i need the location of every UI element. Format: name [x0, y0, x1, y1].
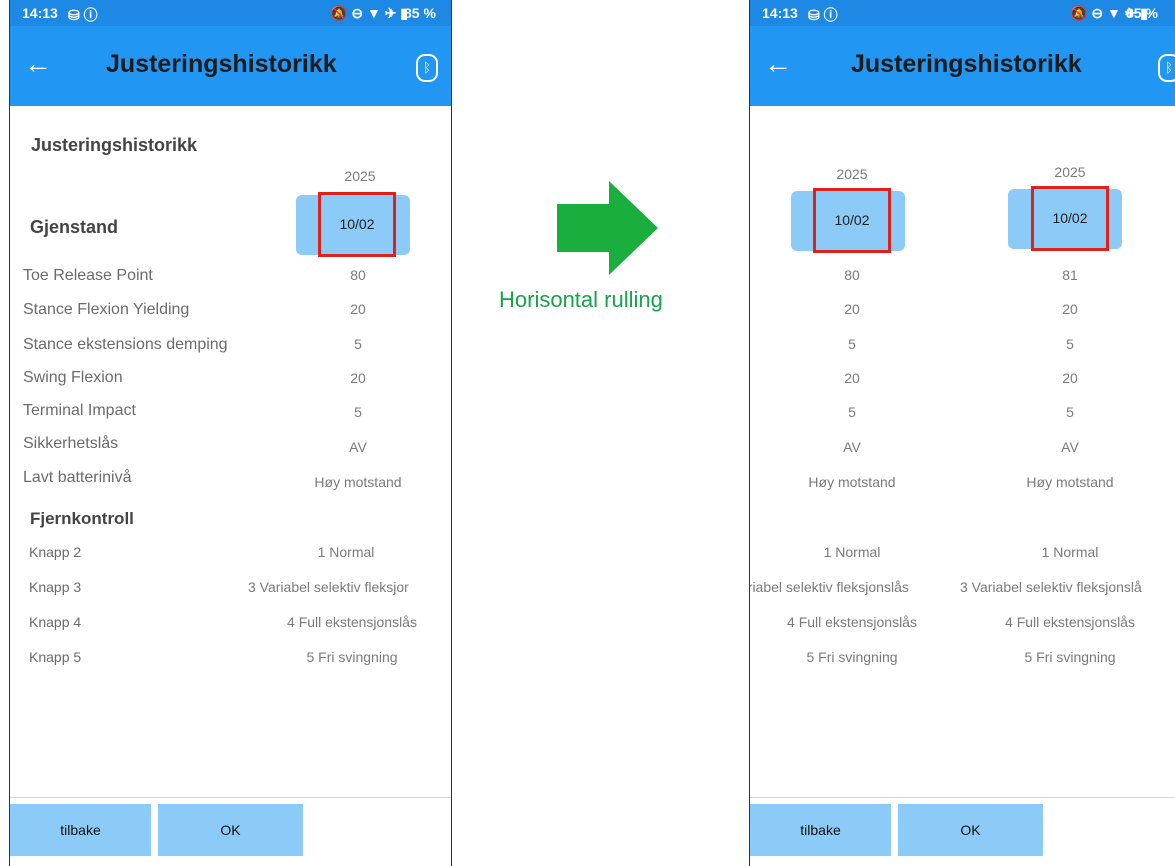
- row-label: Lavt batterinivå: [23, 469, 132, 486]
- status-time: 14:13: [22, 5, 58, 21]
- row-value: 20: [350, 370, 366, 386]
- bluetooth-icon[interactable]: ᛒ: [416, 54, 438, 82]
- row-value: AV: [1061, 439, 1079, 455]
- row-value: 5: [848, 404, 856, 420]
- row-value: 5: [1066, 404, 1074, 420]
- row-label: Terminal Impact: [23, 402, 136, 419]
- divider: [10, 797, 451, 798]
- row-value: 20: [844, 370, 860, 386]
- arrow-label: Horisontal rulling: [499, 287, 663, 312]
- row-value: AV: [349, 439, 367, 455]
- date-selected[interactable]: 10/02: [1031, 186, 1109, 251]
- row-value: Høy motstand: [808, 474, 896, 490]
- row-value: 20: [350, 301, 366, 317]
- row-label: Sikkerhetslås: [23, 435, 119, 452]
- ok-button[interactable]: OK: [898, 804, 1043, 856]
- row-label: Toe Release Point: [23, 267, 153, 284]
- remote-label: Knapp 4: [29, 614, 82, 630]
- status-right-icons: 🔕 ⊖ ▼ ✈ ▮: [330, 5, 409, 21]
- remote-value: 4 Full ekstensjonslås: [287, 614, 417, 630]
- remote-value: 3 Variabel selektiv fleksjor: [248, 579, 409, 595]
- date-selected[interactable]: 10/02: [318, 192, 396, 257]
- year-label: 2025: [836, 166, 868, 182]
- date-selected[interactable]: 10/02: [813, 188, 891, 253]
- year-label: 2025: [344, 168, 376, 184]
- row-value: 20: [844, 301, 860, 317]
- row-value: 81: [1062, 267, 1078, 283]
- row-value: 80: [350, 267, 366, 283]
- remote-label: Knapp 3: [29, 579, 82, 595]
- row-value: 5: [354, 404, 362, 420]
- remote-value: 5 Fri svingning: [1024, 649, 1116, 665]
- remote-label: Knapp 2: [29, 544, 82, 560]
- remote-value: 5 Fri svingning: [806, 649, 898, 665]
- battery-percent: 85 %: [1126, 5, 1158, 21]
- back-arrow-icon[interactable]: ←: [764, 48, 792, 80]
- remote-value: 4 Full ekstensjonslås: [1005, 614, 1135, 630]
- ok-button[interactable]: OK: [158, 804, 303, 856]
- bluetooth-icon[interactable]: ᛒ: [1158, 54, 1175, 82]
- section-title: Justeringshistorikk: [31, 135, 198, 155]
- remote-value: 3 Variabel selektiv fleksjonslå: [960, 579, 1142, 595]
- remote-value: 1 Normal: [823, 544, 881, 560]
- back-button[interactable]: tilbake: [750, 804, 891, 856]
- year-label: 2025: [1054, 164, 1086, 180]
- battery-percent: 85 %: [404, 5, 436, 21]
- remote-title: Fjernkontroll: [30, 509, 134, 528]
- row-value: 5: [354, 336, 362, 352]
- row-value: AV: [843, 439, 861, 455]
- remote-value: ariabel selektiv fleksjonslås: [749, 579, 909, 595]
- item-header: Gjenstand: [30, 217, 119, 237]
- remote-value: 4 Full ekstensjonslås: [787, 614, 917, 630]
- phone-screen-after: 14:13 ⛁ ⓘ 🔕 ⊖ ▼ ✈ ▮ 85 % ← Justeringshis…: [749, 0, 1175, 866]
- status-left-icons: ⛁ ⓘ: [68, 7, 98, 23]
- row-label: Swing Flexion: [23, 369, 123, 386]
- row-value: 5: [848, 336, 856, 352]
- status-bar: 14:13 ⛁ ⓘ 🔕 ⊖ ▼ ✈ ▮ 85 %: [750, 0, 1175, 26]
- status-time: 14:13: [762, 5, 798, 21]
- row-label: Stance Flexion Yielding: [23, 301, 190, 318]
- back-arrow-icon[interactable]: ←: [24, 48, 52, 80]
- app-bar: ← Justeringshistorikk ᛒ: [10, 26, 451, 106]
- remote-label: Knapp 5: [29, 649, 82, 665]
- page-title: Justeringshistorikk: [851, 50, 1082, 78]
- app-bar: ← Justeringshistorikk ᛒ: [750, 26, 1175, 106]
- right-arrow-icon: [557, 181, 658, 275]
- row-value: 20: [1062, 370, 1078, 386]
- row-value: 80: [844, 267, 860, 283]
- row-value: 5: [1066, 336, 1074, 352]
- remote-value: 1 Normal: [1041, 544, 1099, 560]
- remote-value: 5 Fri svingning: [306, 649, 398, 665]
- row-label: Stance ekstensions demping: [23, 336, 228, 353]
- remote-value: 1 Normal: [317, 544, 375, 560]
- row-value: Høy motstand: [314, 474, 402, 490]
- phone-screen-before: 14:13 ⛁ ⓘ 🔕 ⊖ ▼ ✈ ▮ 85 % ← Justeringshis…: [9, 0, 452, 866]
- page-title: Justeringshistorikk: [106, 50, 337, 78]
- status-left-icons: ⛁ ⓘ: [808, 7, 838, 23]
- row-value: 20: [1062, 301, 1078, 317]
- status-bar: 14:13 ⛁ ⓘ 🔕 ⊖ ▼ ✈ ▮ 85 %: [10, 0, 451, 26]
- divider: [750, 797, 1175, 798]
- back-button[interactable]: tilbake: [10, 804, 151, 856]
- row-value: Høy motstand: [1026, 474, 1114, 490]
